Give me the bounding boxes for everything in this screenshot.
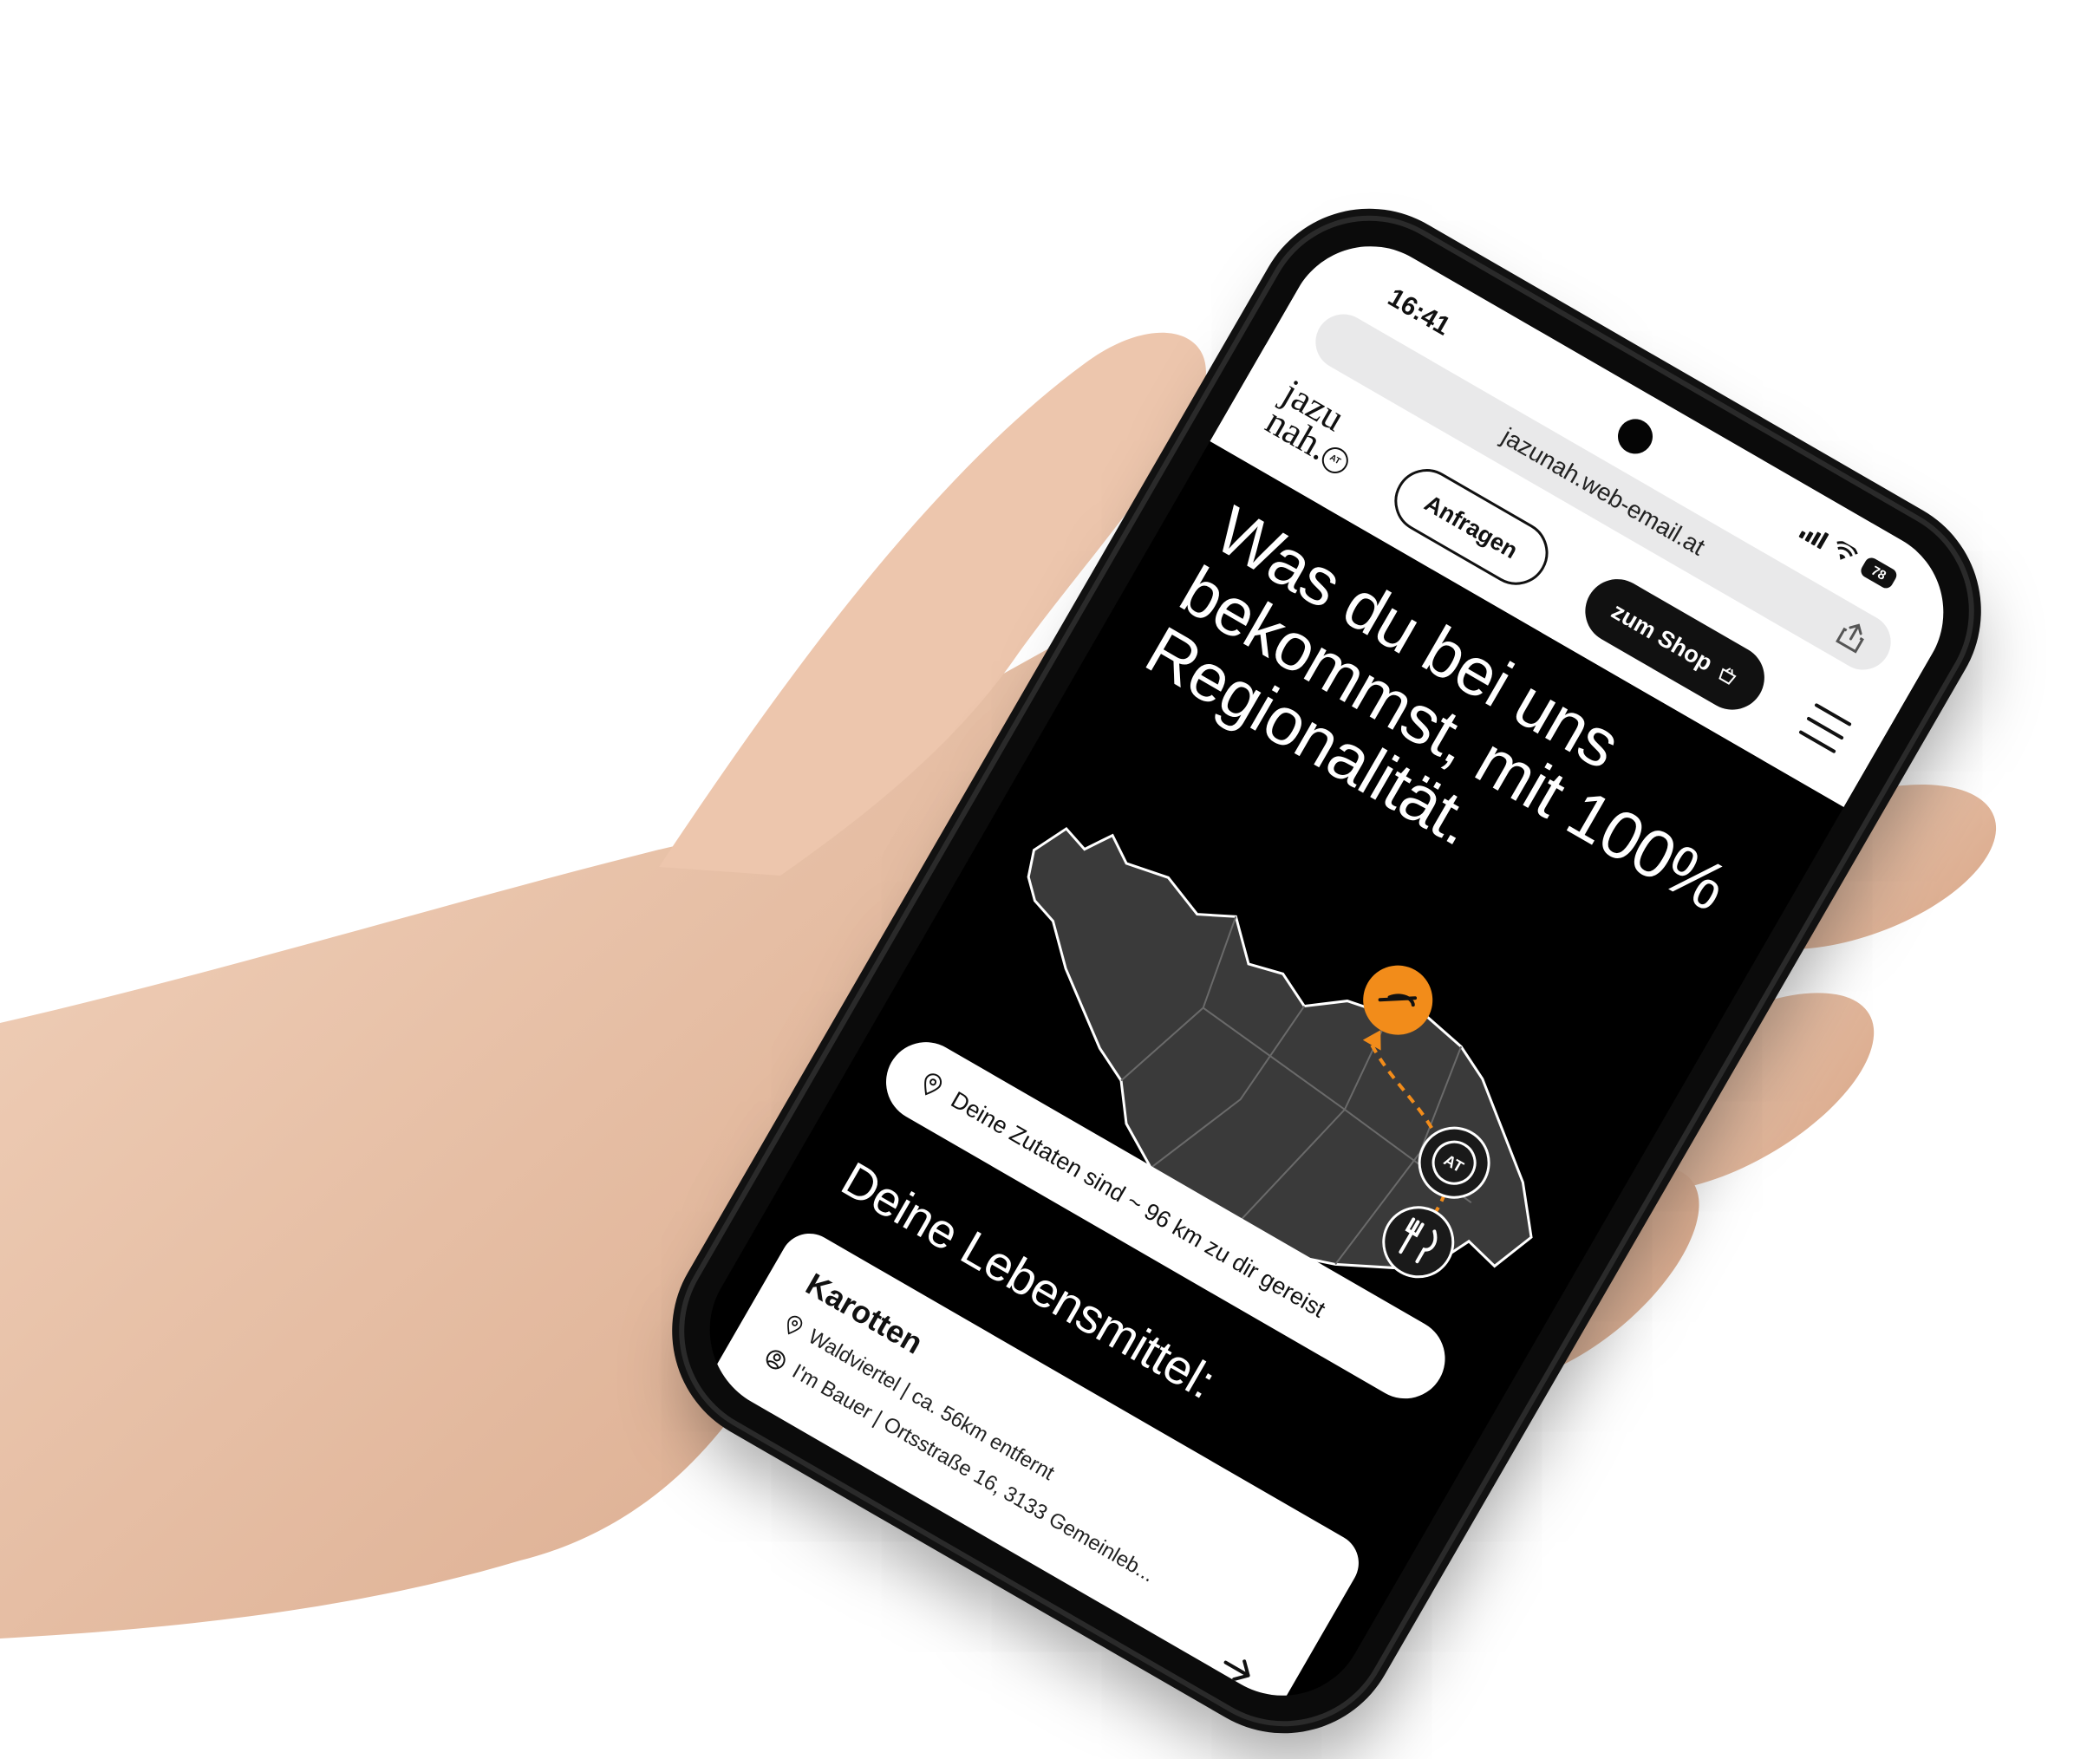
battery-icon: 78 — [1858, 555, 1900, 591]
signal-icon — [1798, 522, 1829, 550]
location-pin-icon — [787, 1315, 803, 1335]
share-icon[interactable] — [1831, 615, 1874, 657]
wifi-icon — [1836, 541, 1858, 560]
arrow-right-icon[interactable] — [1216, 1648, 1261, 1691]
food-card-farmer-text: I'm Bauer | Ortsstraße 16, 3133 Gemeinle… — [787, 1359, 1159, 1587]
food-card-farmer: I'm Bauer | Ortsstraße 16, 3133 Gemeinle… — [760, 1344, 1158, 1587]
status-time: 16:41 — [1383, 283, 1456, 342]
shop-button-label: zum Shop — [1607, 597, 1718, 676]
site-logo[interactable]: jazu nah.AT — [1259, 371, 1373, 479]
location-pin-icon — [924, 1073, 942, 1096]
user-icon — [766, 1350, 786, 1370]
hamburger-menu-icon[interactable] — [1798, 702, 1852, 754]
phone-screen: 16:41 78 jazunah.web-email.at jazu nah.A… — [679, 216, 1974, 1726]
basket-icon — [1718, 668, 1737, 685]
status-icons: 78 — [1797, 520, 1900, 591]
phone-device: 16:41 78 jazunah.web-email.at jazu nah.A… — [646, 182, 2007, 1759]
